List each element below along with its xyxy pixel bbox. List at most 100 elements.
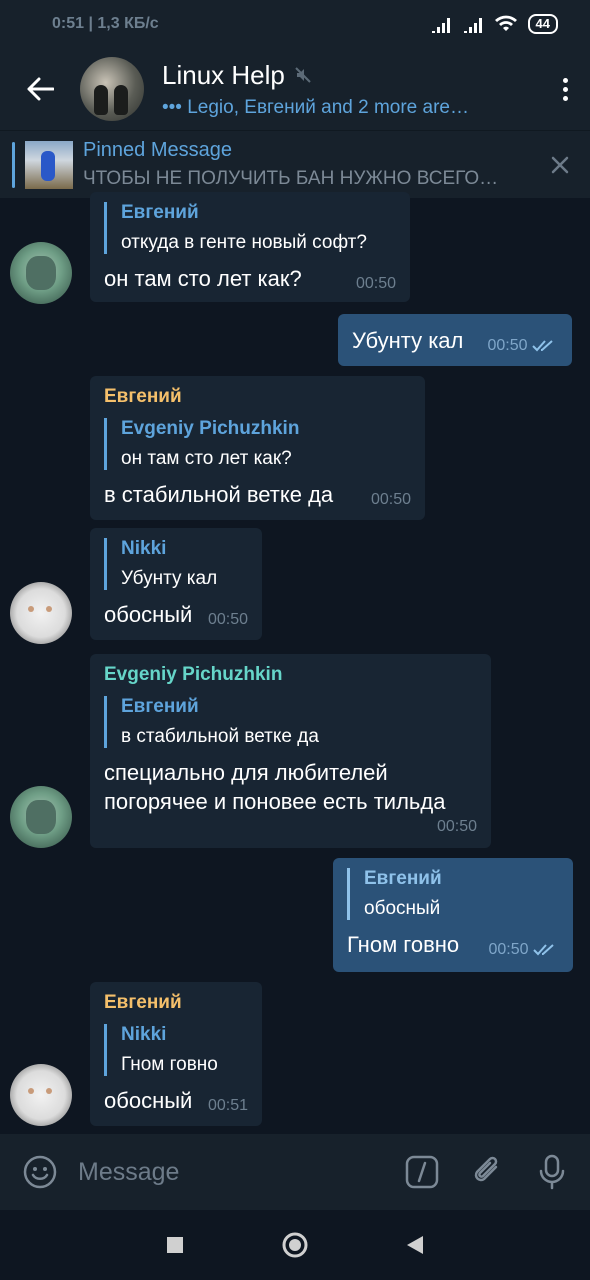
- message-bubble-outgoing[interactable]: Евгений обосный Гном говно 00:50: [333, 858, 573, 972]
- chat-title-text: Linux Help: [162, 59, 285, 90]
- message-text: обосный: [104, 602, 193, 627]
- reply-text: он там сто лет как?: [121, 448, 292, 469]
- square-icon: [167, 1237, 183, 1253]
- reply-quote[interactable]: Евгений обосный: [347, 868, 559, 920]
- typing-status: ••• Legio, Евгений and 2 more are…: [162, 96, 469, 118]
- message-text: он там сто лет как?: [104, 266, 302, 291]
- close-icon: [551, 156, 569, 173]
- muted-icon: [295, 67, 311, 83]
- pinned-message-bar[interactable]: Pinned Message ЧТОБЫ НЕ ПОЛУЧИТЬ БАН НУЖ…: [0, 130, 590, 198]
- more-menu-button[interactable]: [540, 77, 590, 101]
- user-avatar[interactable]: [10, 582, 72, 644]
- dot-icon: [562, 95, 568, 101]
- circle-icon: [282, 1232, 308, 1258]
- network-speed-text: | 1,3 КБ/с: [88, 15, 159, 32]
- pinned-title: Pinned Message: [83, 139, 232, 161]
- message-bubble[interactable]: Евгений откуда в генте новый софт? он та…: [90, 192, 410, 302]
- clock-text: 0:51: [52, 15, 85, 32]
- signal-icon: [431, 18, 450, 33]
- paperclip-icon: [474, 1156, 498, 1182]
- voice-message-button[interactable]: [536, 1154, 568, 1190]
- message-time: 00:50: [436, 818, 477, 835]
- message-text: в стабильной ветке да: [104, 482, 334, 507]
- reply-text: Гном говно: [121, 1054, 218, 1075]
- chat-header: Linux Help ••• Legio, Евгений and 2 more…: [0, 48, 590, 130]
- user-avatar[interactable]: [10, 786, 72, 848]
- message-input[interactable]: Message: [78, 1158, 404, 1187]
- chat-title: Linux Help: [162, 60, 540, 91]
- dot-icon: [562, 77, 568, 83]
- message-bubble[interactable]: Nikki Убунту кал обосный 00:50: [90, 528, 262, 640]
- reply-text: обосный: [364, 898, 441, 919]
- status-icons: 44: [430, 14, 558, 34]
- message-text-line: погорячее и поновее есть тильда: [104, 789, 446, 814]
- home-button[interactable]: [281, 1231, 309, 1259]
- signal-icon-2: [463, 18, 482, 33]
- message-time: 00:50: [488, 337, 559, 355]
- user-avatar[interactable]: [10, 242, 72, 304]
- reply-author: Nikki: [121, 1024, 167, 1045]
- reply-quote[interactable]: Nikki Убунту кал: [104, 538, 248, 590]
- back-button[interactable]: [0, 77, 80, 101]
- microphone-icon: [539, 1154, 565, 1190]
- triangle-left-icon: [407, 1236, 423, 1254]
- double-check-icon: [533, 944, 554, 956]
- bot-commands-button[interactable]: [404, 1154, 440, 1190]
- close-pinned-button[interactable]: [530, 155, 590, 175]
- system-navigation-bar: [0, 1210, 590, 1280]
- group-avatar[interactable]: [80, 57, 144, 121]
- reply-text: в стабильной ветке да: [121, 726, 319, 747]
- reply-quote[interactable]: Nikki Гном говно: [104, 1024, 248, 1076]
- message-time-text: 00:50: [488, 941, 529, 958]
- message-time: 00:50: [370, 491, 411, 508]
- reply-author: Евгений: [364, 868, 442, 889]
- emoji-button[interactable]: [22, 1154, 58, 1190]
- status-time: 0:51 | 1,3 КБ/с: [52, 15, 430, 33]
- user-avatar[interactable]: [10, 1064, 72, 1126]
- smile-icon: [23, 1155, 57, 1189]
- sender-name[interactable]: Евгений: [104, 992, 248, 1014]
- status-bar: 0:51 | 1,3 КБ/с 44: [0, 0, 590, 48]
- message-time: 00:50: [489, 941, 560, 959]
- reply-text: Убунту кал: [121, 568, 218, 589]
- attach-button[interactable]: [470, 1154, 506, 1190]
- message-list[interactable]: Евгений откуда в генте новый софт? он та…: [0, 192, 590, 1134]
- sender-name[interactable]: Evgeniy Pichuzhkin: [104, 664, 477, 686]
- double-check-icon: [532, 340, 553, 352]
- back-nav-button[interactable]: [405, 1234, 425, 1256]
- arrow-left-icon: [27, 77, 54, 101]
- wifi-icon: [494, 15, 517, 31]
- message-composer: Message: [0, 1134, 590, 1210]
- reply-author: Evgeniy Pichuzhkin: [121, 418, 300, 439]
- slash-command-icon: [405, 1155, 439, 1189]
- message-time-text: 00:50: [487, 337, 528, 354]
- composer-actions: [404, 1154, 568, 1190]
- reply-author: Евгений: [121, 696, 199, 717]
- reply-quote[interactable]: Евгений откуда в генте новый софт?: [104, 202, 396, 254]
- message-text: обосный: [104, 1088, 193, 1113]
- message-text: специально для любителей погорячее и пон…: [104, 758, 477, 816]
- message-time: 00:50: [207, 611, 248, 628]
- reply-text: откуда в генте новый софт?: [121, 232, 367, 253]
- message-text-line: специально для любителей: [104, 760, 388, 785]
- reply-author: Nikki: [121, 538, 167, 559]
- message-bubble[interactable]: Evgeniy Pichuzhkin Евгений в стабильной …: [90, 654, 491, 848]
- message-bubble[interactable]: Евгений Evgeniy Pichuzhkin он там сто ле…: [90, 376, 425, 520]
- pinned-indicator: [12, 141, 15, 188]
- reply-quote[interactable]: Evgeniy Pichuzhkin он там сто лет как?: [104, 418, 411, 470]
- message-text: Гном говно: [347, 932, 460, 957]
- message-time: 00:51: [207, 1097, 248, 1114]
- pinned-thumbnail: [25, 140, 73, 189]
- chat-info[interactable]: Linux Help ••• Legio, Евгений and 2 more…: [162, 60, 540, 119]
- sender-name[interactable]: Евгений: [104, 386, 411, 408]
- message-bubble[interactable]: Евгений Nikki Гном говно обосный 00:51: [90, 982, 262, 1126]
- reply-author: Евгений: [121, 202, 199, 223]
- pinned-text: ЧТОБЫ НЕ ПОЛУЧИТЬ БАН НУЖНО ВСЕГО…: [83, 168, 499, 189]
- recents-button[interactable]: [165, 1235, 185, 1255]
- dot-icon: [562, 86, 568, 92]
- message-time: 00:50: [355, 275, 396, 292]
- message-text: Убунту кал: [352, 328, 464, 353]
- reply-quote[interactable]: Евгений в стабильной ветке да: [104, 696, 477, 748]
- message-bubble-outgoing[interactable]: Убунту кал 00:50: [338, 314, 572, 366]
- battery-icon: 44: [527, 14, 558, 34]
